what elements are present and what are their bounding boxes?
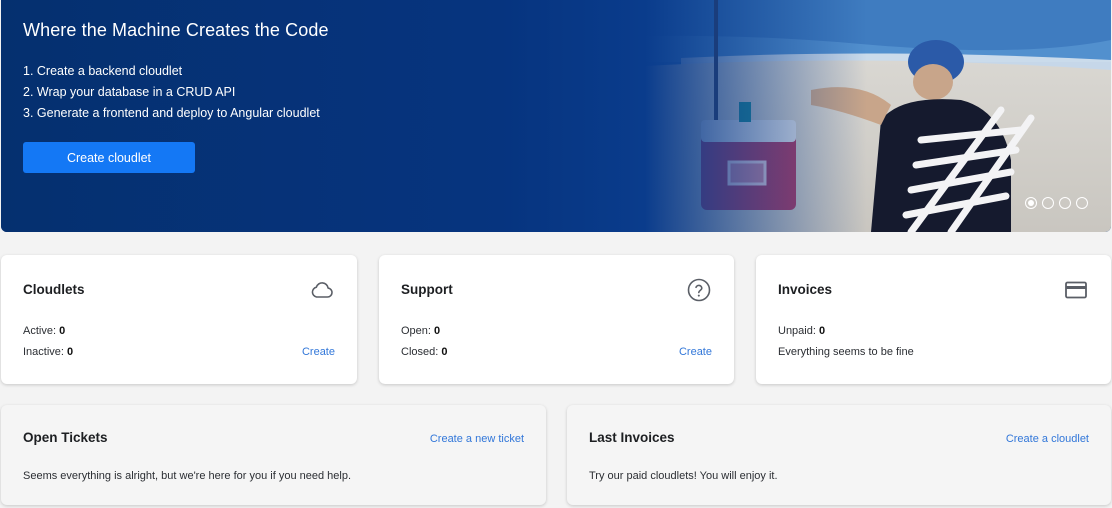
panel-message: Seems everything is alright, but we're h… <box>23 470 352 482</box>
panel-message: Try our paid cloudlets! You will enjoy i… <box>589 470 778 482</box>
hero-step: 2. Wrap your database in a CRUD API <box>23 85 236 99</box>
hero-step: 3. Generate a frontend and deploy to Ang… <box>23 106 320 120</box>
invoice-status: Everything seems to be fine <box>778 346 914 358</box>
carousel-indicators <box>1025 197 1088 209</box>
create-cloudlet-link[interactable]: Create <box>302 346 335 358</box>
carousel-dot-2[interactable] <box>1042 197 1054 209</box>
create-cloudlet-button[interactable]: Create cloudlet <box>23 142 195 173</box>
open-count: Open: 0 <box>401 325 441 337</box>
cloud-icon <box>311 282 333 298</box>
last-invoices-panel: Last Invoices Create a cloudlet Try our … <box>567 405 1111 505</box>
help-circle-icon <box>687 278 711 302</box>
carousel-dot-3[interactable] <box>1059 197 1071 209</box>
carousel-dot-1[interactable] <box>1025 197 1037 209</box>
closed-count: Closed: 0 <box>401 346 448 358</box>
card-title: Support <box>401 282 453 297</box>
card-title: Cloudlets <box>23 282 85 297</box>
card-title: Invoices <box>778 282 833 297</box>
open-tickets-panel: Open Tickets Create a new ticket Seems e… <box>1 405 546 505</box>
hero-step: 1. Create a backend cloudlet <box>23 64 183 78</box>
hero-title: Where the Machine Creates the Code <box>23 20 329 40</box>
hero-banner: Where the Machine Creates the Code 1. Cr… <box>1 0 1111 232</box>
unpaid-count: Unpaid: 0 <box>778 325 826 337</box>
carousel-dot-4[interactable] <box>1076 197 1088 209</box>
cloudlets-card: Cloudlets Active: 0 Inactive: 0 Create <box>1 255 357 384</box>
create-ticket-link[interactable]: Create <box>679 346 712 358</box>
hero-steps: 1. Create a backend cloudlet 2. Wrap you… <box>23 61 329 124</box>
invoices-card: Invoices Unpaid: 0 Everything seems to b… <box>756 255 1111 384</box>
panel-title: Last Invoices <box>589 430 675 445</box>
support-card: Support Open: 0 Closed: 0 Create <box>379 255 734 384</box>
panel-title: Open Tickets <box>23 430 108 445</box>
create-new-ticket-link[interactable]: Create a new ticket <box>430 433 524 445</box>
active-count: Active: 0 <box>23 325 66 337</box>
inactive-count: Inactive: 0 <box>23 346 74 358</box>
hero-content: Where the Machine Creates the Code 1. Cr… <box>23 20 329 173</box>
credit-card-icon <box>1065 281 1087 299</box>
create-cloudlet-link[interactable]: Create a cloudlet <box>1006 433 1089 445</box>
